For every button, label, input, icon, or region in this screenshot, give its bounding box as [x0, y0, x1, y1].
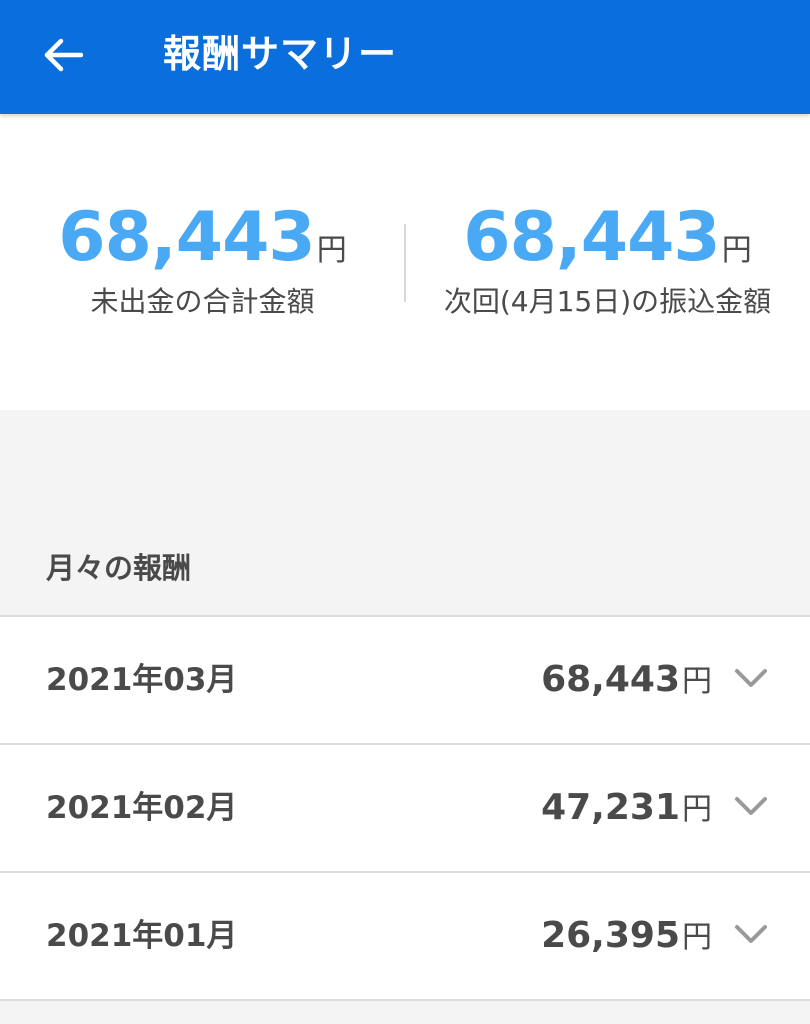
- month-unit: 円: [682, 664, 712, 699]
- month-row[interactable]: 2021年03月 68,443円: [0, 617, 810, 745]
- back-button[interactable]: [38, 30, 88, 80]
- chevron-down-icon[interactable]: [734, 923, 768, 945]
- next-transfer-amount: 68,443円: [405, 200, 810, 276]
- next-transfer-value: 68,443: [463, 198, 720, 277]
- chevron-down-icon[interactable]: [734, 667, 768, 689]
- unpaid-total-caption: 未出金の合計金額: [90, 285, 315, 318]
- month-label: 2021年01月: [46, 918, 238, 954]
- month-row[interactable]: 2021年01月 26,395円: [0, 873, 810, 1001]
- unpaid-total-unit: 円: [316, 233, 347, 268]
- page-title: 報酬サマリー: [163, 32, 398, 76]
- month-value: 26,395: [541, 915, 680, 956]
- month-label: 2021年03月: [46, 662, 238, 698]
- unpaid-total-block: 68,443円 未出金の合計金額: [0, 200, 405, 320]
- app-header: 報酬サマリー: [0, 0, 810, 114]
- summary-card: 68,443円 未出金の合計金額 68,443円 次回(4月15日)の振込金額: [0, 114, 810, 410]
- month-amount: 68,443円: [541, 617, 712, 743]
- arrow-left-icon: [44, 38, 83, 72]
- month-unit: 円: [682, 792, 712, 827]
- month-label: 2021年02月: [46, 790, 238, 826]
- unpaid-total-amount: 68,443円: [0, 200, 405, 276]
- month-amount: 47,231円: [541, 745, 712, 871]
- next-transfer-unit: 円: [721, 233, 752, 268]
- month-value: 68,443: [541, 659, 680, 700]
- month-value: 47,231: [541, 787, 680, 828]
- chevron-down-icon[interactable]: [734, 795, 768, 817]
- next-transfer-block: 68,443円 次回(4月15日)の振込金額: [405, 200, 810, 320]
- month-unit: 円: [682, 920, 712, 955]
- unpaid-total-value: 68,443: [58, 198, 315, 277]
- next-transfer-caption: 次回(4月15日)の振込金額: [443, 285, 772, 318]
- month-amount: 26,395円: [541, 873, 712, 999]
- monthly-section-title: 月々の報酬: [46, 551, 192, 585]
- month-row[interactable]: 2021年02月 47,231円: [0, 745, 810, 873]
- monthly-list: 2021年03月 68,443円 2021年02月 47,231円 2021年0…: [0, 615, 810, 1001]
